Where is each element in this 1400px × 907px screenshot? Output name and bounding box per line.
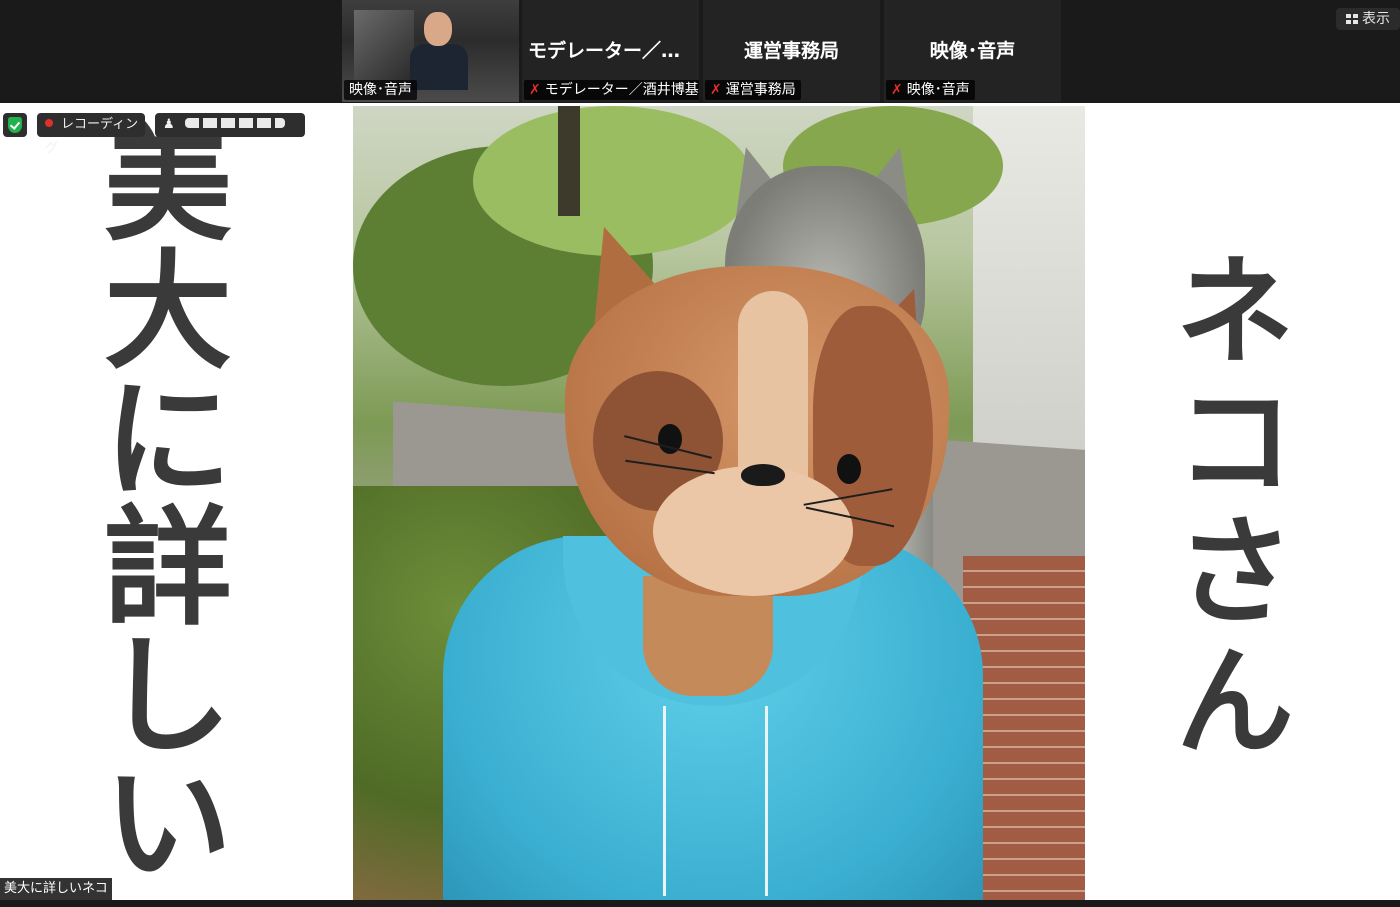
- participant-display-name: 運営事務局: [743, 40, 839, 62]
- participant-display-name: 映像･音声: [929, 40, 1016, 62]
- avatar-scene: [353, 106, 1085, 900]
- avatar-nose: [741, 464, 785, 486]
- caption-char: 美: [103, 110, 232, 259]
- grid-view-icon: [1346, 14, 1358, 24]
- participant-display-name: モデレーター／酒…: [528, 40, 699, 62]
- view-button[interactable]: 表示: [1336, 8, 1400, 30]
- avatar-muzzle: [653, 466, 853, 596]
- shield-icon: [8, 117, 22, 133]
- avatar-eye: [837, 454, 861, 484]
- caption-char: い: [103, 750, 232, 899]
- hoodie-drawstring: [765, 706, 768, 896]
- hoodie-drawstring: [663, 706, 666, 896]
- caption-char: し: [103, 622, 232, 771]
- participant-tile-av[interactable]: 映像･音声 ✗ 映像･音声: [884, 0, 1061, 102]
- participant-video-tile[interactable]: 映像･音声: [342, 0, 519, 102]
- active-speaker-indicator[interactable]: ♟: [155, 113, 305, 137]
- participant-strip: 映像･音声 モデレーター／酒… ✗ モデレーター／酒井博基 運営事務局 ✗ 運営事務…: [0, 0, 1400, 103]
- redacted-name: [184, 118, 285, 128]
- participant-name-label: ✗ 運営事務局: [705, 80, 801, 100]
- caption-char: に: [103, 366, 232, 515]
- meeting-security-badge[interactable]: [3, 113, 27, 137]
- participant-tile-moderator[interactable]: モデレーター／酒… ✗ モデレーター／酒井博基: [522, 0, 699, 102]
- recording-indicator[interactable]: レコーディング: [37, 113, 145, 156]
- recording-dot-icon: [45, 119, 53, 127]
- participant-name-label: ✗ 映像･音声: [886, 80, 975, 100]
- tree-trunk: [558, 106, 580, 216]
- bottom-bar: [0, 900, 1400, 907]
- participant-name-label: 映像･音声: [344, 80, 417, 100]
- video-bookshelf: [354, 10, 414, 80]
- caption-char: さ: [1175, 503, 1294, 641]
- mic-muted-icon: ✗: [891, 82, 903, 98]
- speaker-name-label: 美大に詳しいネコ: [0, 878, 112, 900]
- caption-char: 大: [103, 238, 232, 387]
- presenter-body: [410, 44, 468, 90]
- main-video: 美 大 に 詳 し い ネ コ さ ん: [0, 103, 1400, 900]
- participant-name-label: ✗ モデレーター／酒井博基: [524, 80, 699, 100]
- caption-char: ん: [1175, 633, 1294, 771]
- caption-char: ネ: [1175, 243, 1294, 381]
- caption-char: コ: [1175, 373, 1294, 511]
- mic-muted-icon: ✗: [529, 82, 541, 98]
- person-icon: ♟: [163, 117, 175, 132]
- left-vertical-caption: 美 大 に 詳 し い: [88, 121, 248, 889]
- right-vertical-caption: ネ コ さ ん: [1160, 253, 1310, 773]
- presenter-head: [424, 12, 452, 46]
- mic-muted-icon: ✗: [710, 82, 722, 98]
- participant-tile-staff[interactable]: 運営事務局 ✗ 運営事務局: [703, 0, 880, 102]
- caption-char: 詳: [103, 494, 232, 643]
